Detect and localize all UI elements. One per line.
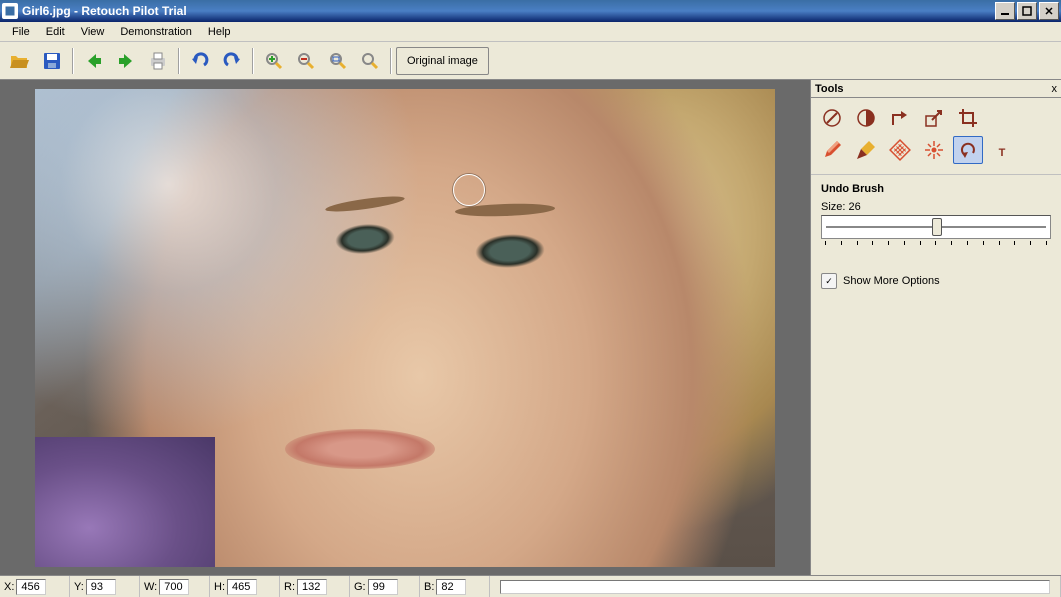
pencil-tool-icon[interactable] — [817, 136, 847, 164]
status-b: B:82 — [420, 576, 490, 597]
status-r-value: 132 — [297, 579, 327, 595]
size-slider-thumb[interactable] — [932, 218, 942, 236]
show-more-options-button[interactable]: ✓ Show More Options — [821, 273, 1051, 289]
size-slider[interactable] — [821, 215, 1051, 239]
brush-cursor — [453, 174, 485, 206]
open-button[interactable] — [5, 46, 35, 76]
tool-properties: Undo Brush Size: 26 ✓ Show More Options — [811, 175, 1061, 297]
tool-buttons: T — [811, 98, 1061, 175]
chevron-down-icon: ✓ — [821, 273, 837, 289]
menu-edit[interactable]: Edit — [38, 24, 73, 40]
menu-bar: File Edit View Demonstration Help — [0, 22, 1061, 42]
zoom-in-button[interactable] — [259, 46, 289, 76]
status-g-value: 99 — [368, 579, 398, 595]
status-x: X:456 — [0, 576, 70, 597]
minimize-button[interactable] — [995, 2, 1015, 20]
status-x-value: 456 — [16, 579, 46, 595]
contrast-tool-icon[interactable] — [851, 104, 881, 132]
status-g: G:99 — [350, 576, 420, 597]
brush-tool-icon[interactable] — [851, 136, 881, 164]
size-value: 26 — [849, 201, 861, 213]
retouch-tool-icon[interactable] — [817, 104, 847, 132]
tools-panel: Tools x T Undo Brush Size: 26 — [810, 80, 1061, 575]
svg-text:T: T — [999, 147, 1006, 159]
selected-tool-name: Undo Brush — [821, 183, 1051, 195]
save-button[interactable] — [37, 46, 67, 76]
main-area: Tools x T Undo Brush Size: 26 — [0, 80, 1061, 575]
title-bar: Girl6.jpg - Retouch Pilot Trial — [0, 0, 1061, 22]
canvas-area[interactable] — [0, 80, 810, 575]
status-w: W:700 — [140, 576, 210, 597]
zoom-out-button[interactable] — [291, 46, 321, 76]
image-canvas[interactable] — [35, 89, 775, 567]
status-progress — [500, 580, 1050, 594]
scale-tool-icon[interactable] — [919, 104, 949, 132]
crop-tool-icon[interactable] — [953, 104, 983, 132]
nav-back-button[interactable] — [79, 46, 109, 76]
redo-button[interactable] — [217, 46, 247, 76]
undo-brush-tool-icon[interactable] — [953, 136, 983, 164]
close-button[interactable] — [1039, 2, 1059, 20]
slider-ruler — [821, 241, 1051, 249]
print-button[interactable] — [143, 46, 173, 76]
original-image-label: Original image — [407, 55, 478, 67]
rotate-tool-icon[interactable] — [885, 104, 915, 132]
status-b-value: 82 — [436, 579, 466, 595]
text-tool-icon[interactable]: T — [987, 136, 1017, 164]
zoom-100-button[interactable] — [355, 46, 385, 76]
burst-tool-icon[interactable] — [919, 136, 949, 164]
patch-tool-icon[interactable] — [885, 136, 915, 164]
tools-panel-header: Tools x — [811, 80, 1061, 98]
tools-panel-close-button[interactable]: x — [1052, 83, 1058, 95]
status-progress-cell — [490, 576, 1061, 597]
status-r: R:132 — [280, 576, 350, 597]
size-label: Size: 26 — [821, 201, 1051, 213]
maximize-button[interactable] — [1017, 2, 1037, 20]
nav-forward-button[interactable] — [111, 46, 141, 76]
menu-demonstration[interactable]: Demonstration — [112, 24, 200, 40]
status-w-value: 700 — [159, 579, 189, 595]
show-more-label: Show More Options — [843, 275, 940, 287]
toolbar: Original image — [0, 42, 1061, 80]
status-y-value: 93 — [86, 579, 116, 595]
app-icon — [2, 3, 18, 19]
status-h: H:465 — [210, 576, 280, 597]
status-h-value: 465 — [227, 579, 257, 595]
status-bar: X:456 Y:93 W:700 H:465 R:132 G:99 B:82 — [0, 575, 1061, 597]
status-y: Y:93 — [70, 576, 140, 597]
tools-panel-title: Tools — [815, 83, 844, 95]
undo-button[interactable] — [185, 46, 215, 76]
menu-file[interactable]: File — [4, 24, 38, 40]
menu-view[interactable]: View — [73, 24, 113, 40]
menu-help[interactable]: Help — [200, 24, 239, 40]
zoom-fit-button[interactable] — [323, 46, 353, 76]
original-image-button[interactable]: Original image — [396, 47, 489, 75]
window-title: Girl6.jpg - Retouch Pilot Trial — [22, 4, 995, 18]
